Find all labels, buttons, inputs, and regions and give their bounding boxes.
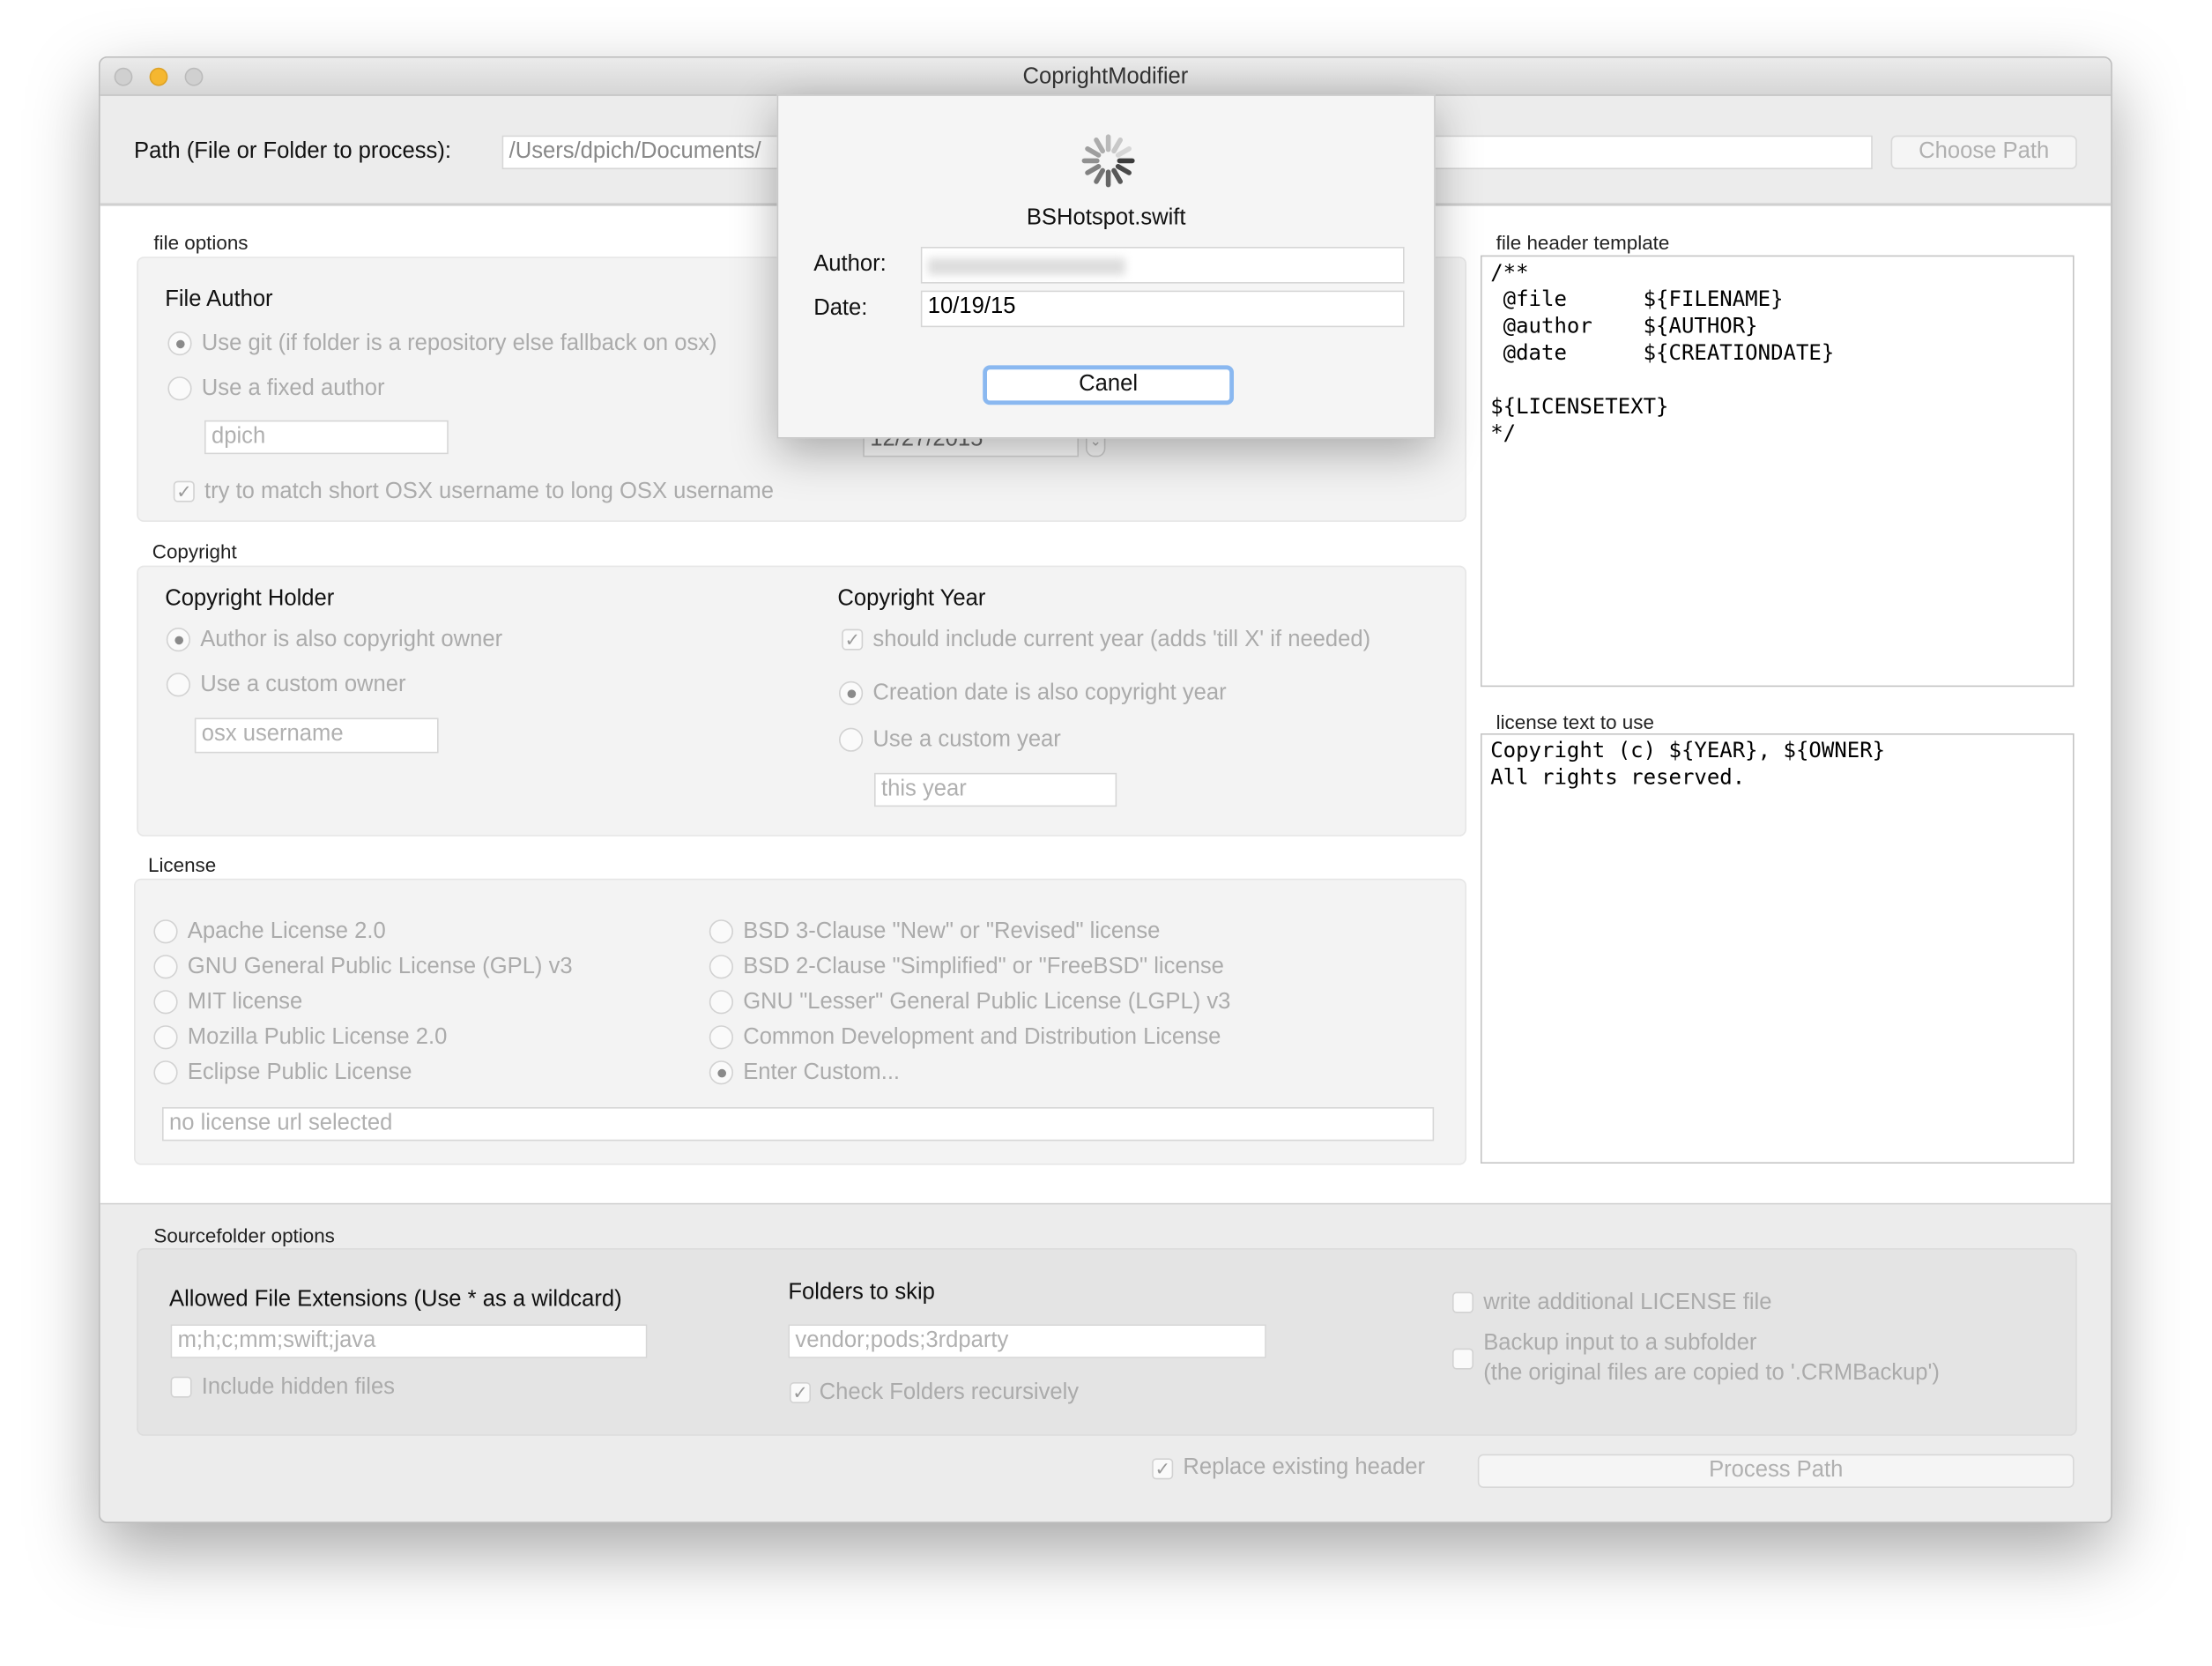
license-url-input[interactable]: no license url selected — [162, 1107, 1435, 1142]
license-radio[interactable] — [709, 955, 733, 979]
license-option-label: Mozilla Public License 2.0 — [187, 1025, 448, 1050]
license-option-label: MIT license — [187, 990, 303, 1015]
include-current-year-label: should include current year (adds 'till … — [872, 628, 1371, 652]
spinner-spoke — [1115, 146, 1132, 158]
write-license-label: write additional LICENSE file — [1483, 1290, 1772, 1315]
license-option-label: Common Development and Distribution Lice… — [743, 1025, 1221, 1050]
license-radio[interactable] — [153, 1060, 178, 1085]
sourcefolder-title: Sourcefolder options — [153, 1223, 335, 1247]
copyright-year-heading: Copyright Year — [837, 586, 986, 611]
skip-heading: Folders to skip — [788, 1280, 935, 1305]
author-owner-radio[interactable] — [166, 628, 190, 652]
file-author-heading: File Author — [165, 287, 273, 312]
custom-year-radio[interactable] — [839, 727, 864, 752]
spinner-spoke — [1111, 167, 1124, 184]
fixed-author-input[interactable]: dpich — [204, 420, 449, 455]
license-radio[interactable] — [153, 919, 178, 944]
license-option-label: GNU "Lesser" General Public License (LGP… — [743, 990, 1231, 1015]
date-label: Date: — [813, 296, 868, 321]
replace-header-checkbox[interactable]: ✓ — [1152, 1458, 1174, 1480]
match-username-label: try to match short OSX username to long … — [204, 480, 774, 504]
title-bar: CoprightModifier — [100, 57, 2112, 96]
include-hidden-label: Include hidden files — [201, 1375, 395, 1400]
progress-dialog: BSHotspot.swift Author: Date: 10/19/15 C… — [776, 94, 1436, 439]
license-radio[interactable] — [153, 1025, 178, 1050]
process-path-button[interactable]: Process Path — [1477, 1454, 2075, 1488]
license-radio[interactable] — [153, 955, 178, 979]
use-fixed-author-radio[interactable] — [167, 376, 192, 401]
date-input[interactable]: 10/19/15 — [920, 290, 1405, 328]
choose-path-button[interactable]: Choose Path — [1890, 135, 2077, 169]
author-input[interactable] — [920, 247, 1405, 284]
backup-label: Backup input to a subfolder — [1483, 1331, 1757, 1356]
copyright-title: Copyright — [152, 539, 237, 563]
backup-note: (the original files are copied to '.CRMB… — [1483, 1361, 1940, 1386]
license-option-label: BSD 3-Clause "New" or "Revised" license — [743, 919, 1161, 944]
creation-year-radio[interactable] — [839, 681, 864, 705]
spinner-icon — [1081, 134, 1135, 188]
spinner-spoke — [1115, 164, 1132, 175]
copyright-holder-heading: Copyright Holder — [165, 586, 335, 611]
replace-header-label: Replace existing header — [1183, 1455, 1426, 1480]
spinner-spoke — [1094, 167, 1106, 184]
file-options-title: file options — [153, 231, 249, 254]
spinner-spoke — [1111, 138, 1124, 154]
extensions-input[interactable]: m;h;c;mm;swift;java — [170, 1324, 648, 1358]
path-label: Path (File or Folder to process): — [134, 139, 451, 164]
include-current-year-checkbox[interactable]: ✓ — [842, 628, 864, 651]
recursive-label: Check Folders recursively — [819, 1380, 1080, 1405]
license-text-textarea[interactable]: Copyright (c) ${YEAR}, ${OWNER} All righ… — [1481, 733, 2075, 1164]
window-title: CoprightModifier — [1022, 64, 1189, 89]
license-radio[interactable] — [709, 919, 733, 944]
spinner-spoke — [1094, 138, 1106, 154]
custom-owner-label: Use a custom owner — [200, 673, 406, 697]
skip-input[interactable]: vendor;pods;3rdparty — [788, 1324, 1266, 1358]
cancel-button[interactable]: Canel — [983, 365, 1234, 405]
license-option-label: Apache License 2.0 — [187, 919, 386, 944]
use-git-radio[interactable] — [167, 331, 192, 356]
license-title: License — [148, 853, 217, 876]
spinner-spoke — [1085, 146, 1102, 158]
extensions-heading: Allowed File Extensions (Use * as a wild… — [169, 1287, 622, 1312]
spinner-spoke — [1085, 164, 1102, 175]
backup-checkbox[interactable] — [1452, 1348, 1473, 1370]
license-option-label: BSD 2-Clause "Simplified" or "FreeBSD" l… — [743, 955, 1224, 979]
blurred-author — [927, 257, 1125, 275]
license-text-title: license text to use — [1496, 710, 1654, 733]
copyright-box — [137, 565, 1467, 837]
year-input[interactable]: this year — [874, 772, 1117, 807]
license-option-label: Enter Custom... — [743, 1060, 901, 1085]
author-label: Author: — [813, 252, 887, 277]
include-hidden-checkbox[interactable] — [170, 1376, 192, 1398]
license-radio[interactable] — [153, 990, 178, 1015]
template-title: file header template — [1496, 231, 1670, 254]
license-radio[interactable] — [709, 990, 733, 1015]
custom-year-label: Use a custom year — [872, 727, 1061, 752]
creation-year-label: Creation date is also copyright year — [872, 681, 1227, 705]
custom-owner-radio[interactable] — [166, 673, 190, 697]
use-git-label: Use git (if folder is a repository else … — [201, 331, 717, 356]
author-owner-label: Author is also copyright owner — [200, 628, 503, 652]
header-template-textarea[interactable]: /** @file ${FILENAME} @author ${AUTHOR} … — [1481, 255, 2075, 688]
match-username-checkbox[interactable]: ✓ — [173, 480, 195, 502]
write-license-checkbox[interactable] — [1452, 1291, 1473, 1313]
use-fixed-author-label: Use a fixed author — [201, 376, 385, 401]
license-radio[interactable] — [709, 1025, 733, 1050]
owner-input[interactable]: osx username — [194, 718, 439, 754]
license-radio[interactable] — [709, 1060, 733, 1085]
recursive-checkbox[interactable]: ✓ — [790, 1382, 811, 1403]
license-option-label: GNU General Public License (GPL) v3 — [187, 955, 573, 979]
license-option-label: Eclipse Public License — [187, 1060, 412, 1085]
dialog-filename: BSHotspot.swift — [1026, 205, 1186, 230]
